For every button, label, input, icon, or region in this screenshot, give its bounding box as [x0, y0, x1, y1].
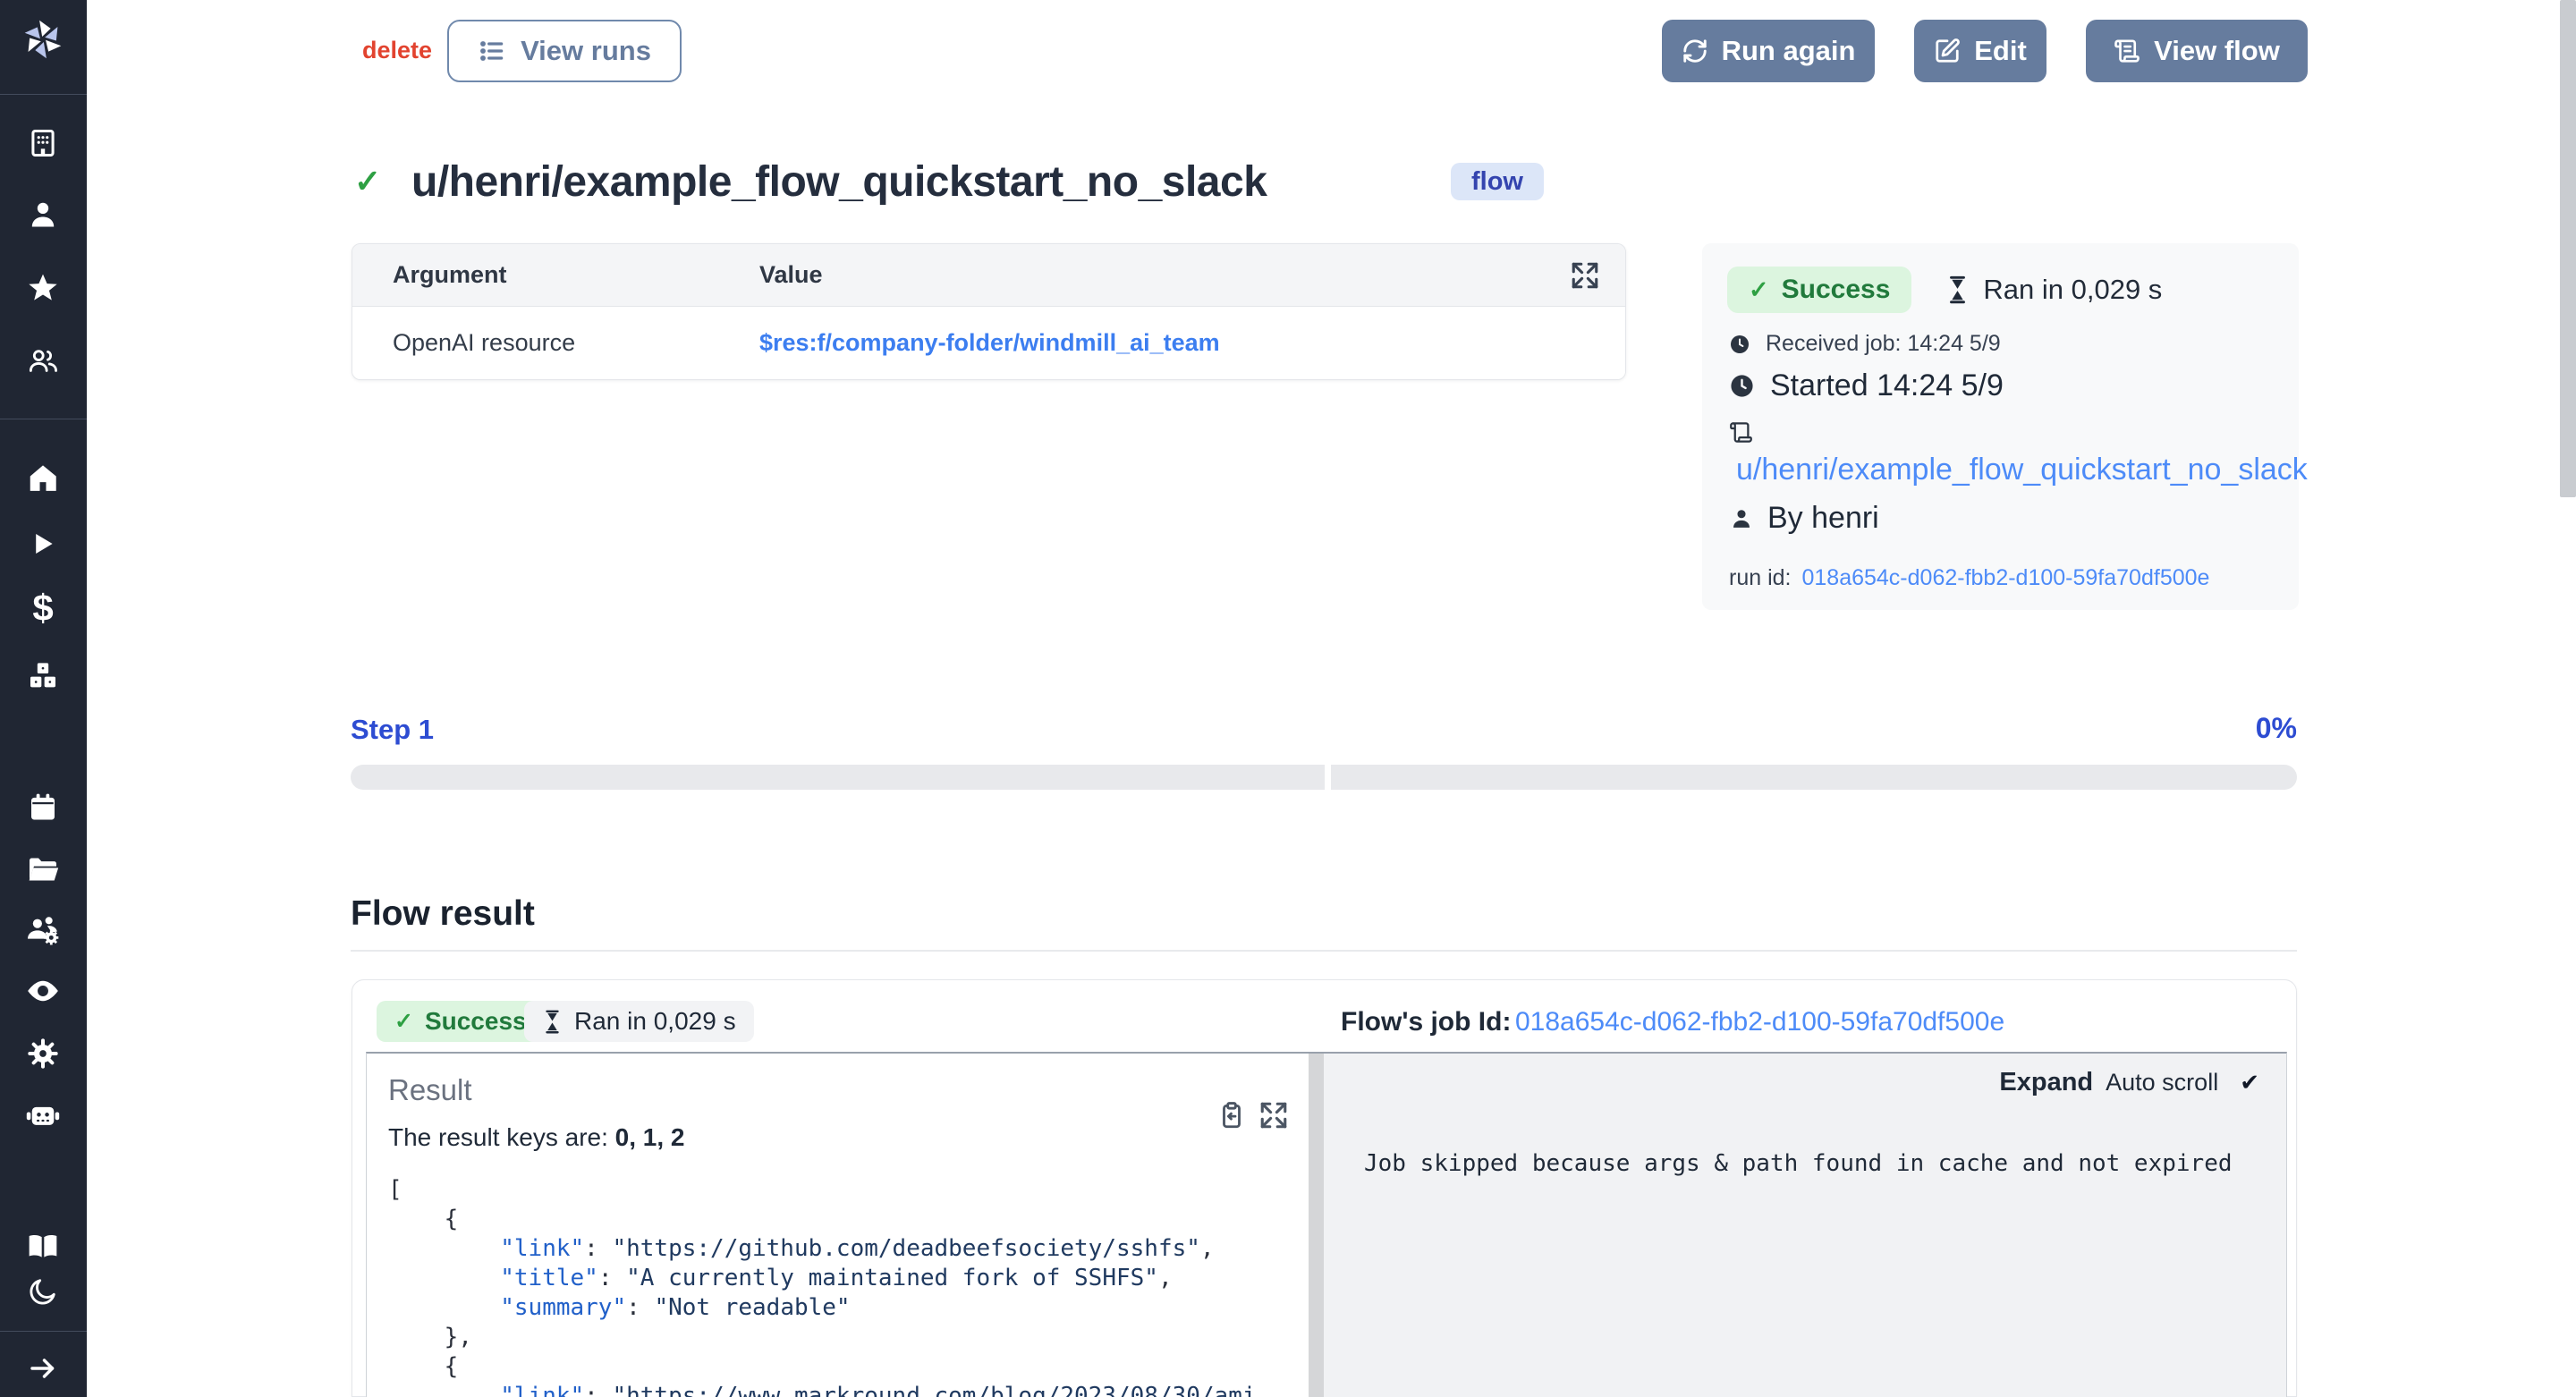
page-title: u/henri/example_flow_quickstart_no_slack: [411, 157, 1267, 207]
arguments-table: Argument Value OpenAI resource $res:f/co…: [352, 243, 1626, 380]
run-again-label: Run again: [1722, 35, 1856, 67]
step-1-label[interactable]: Step 1: [351, 714, 434, 746]
table-row: OpenAI resource $res:f/company-folder/wi…: [352, 307, 1625, 379]
flow-result-card: ✓ Success Ran in 0,029 s Flow's job Id: …: [352, 979, 2297, 1397]
progress-segment-2[interactable]: [1331, 765, 2297, 790]
folders-icon[interactable]: [25, 851, 61, 887]
status-badge: ✓ Success: [1727, 267, 1911, 313]
dark-mode-moon-icon[interactable]: [27, 1275, 59, 1308]
scrollbar-thumb[interactable]: [2560, 0, 2576, 497]
user-icon: [1729, 506, 1754, 531]
hourglass-icon: [1945, 275, 1970, 305]
favorites-star-icon[interactable]: [26, 271, 60, 305]
expand-sidebar-arrow-icon[interactable]: [27, 1352, 59, 1384]
received-job-label: Received job: 14:24 5/9: [1766, 331, 2001, 357]
result-ran-in-badge: Ran in 0,029 s: [524, 1001, 754, 1042]
argument-value-link[interactable]: $res:f/company-folder/windmill_ai_team: [759, 329, 1625, 357]
sidebar-divider: [0, 94, 87, 95]
result-log-split: Result The result keys are: 0, 1, 2: [366, 1052, 2287, 1397]
copy-to-clipboard-icon[interactable]: [1216, 1100, 1247, 1130]
run-again-button[interactable]: Run again: [1662, 20, 1875, 82]
flow-result-heading: Flow result: [351, 894, 535, 934]
expand-table-icon[interactable]: [1570, 260, 1600, 291]
flow-type-badge: flow: [1451, 163, 1544, 200]
flow-path-link[interactable]: u/henri/example_flow_quickstart_no_slack: [1736, 453, 2308, 487]
expand-result-icon[interactable]: [1258, 1100, 1289, 1130]
docs-book-icon[interactable]: [25, 1228, 61, 1264]
auto-scroll-check-icon[interactable]: ✔: [2240, 1069, 2259, 1096]
check-icon: ✓: [394, 1008, 413, 1035]
clock-icon: [1729, 334, 1750, 355]
audit-logs-eye-icon[interactable]: [24, 972, 62, 1010]
section-divider: [351, 950, 2297, 952]
ran-in-label: Ran in 0,029 s: [1983, 274, 2162, 306]
run-id-link[interactable]: 018a654c-d062-fbb2-d100-59fa70df500e: [1801, 565, 2209, 591]
result-status-badge: ✓ Success: [377, 1001, 545, 1042]
argument-name: OpenAI resource: [352, 329, 759, 357]
by-user-label: By henri: [1767, 501, 1879, 536]
result-keys-prefix: The result keys are:: [388, 1123, 615, 1151]
log-expand-button[interactable]: Expand: [1999, 1068, 2093, 1097]
auto-scroll-toggle[interactable]: Auto scroll: [2106, 1069, 2218, 1096]
started-label: Started 14:24 5/9: [1770, 368, 2004, 403]
log-output: Job skipped because args & path found in…: [1364, 1150, 2233, 1177]
clock-icon: [1729, 373, 1755, 399]
members-icon[interactable]: [26, 343, 60, 377]
view-flow-button[interactable]: View flow: [2086, 20, 2308, 82]
run-info-panel: ✓ Success Ran in 0,029 s Receiv: [1702, 243, 2299, 610]
workspace-icon[interactable]: [26, 126, 60, 160]
log-pane: Expand Auto scroll ✔ Job skipped because…: [1324, 1054, 2286, 1397]
sidebar-divider: [0, 1331, 87, 1332]
title-success-check-icon: ✓: [354, 163, 381, 200]
result-pane: Result The result keys are: 0, 1, 2: [367, 1054, 1309, 1397]
ai-robot-icon[interactable]: [24, 1096, 62, 1134]
workers-group-icon[interactable]: [24, 911, 62, 949]
pane-splitter[interactable]: [1309, 1054, 1324, 1397]
windmill-run-page: $: [0, 0, 2576, 1397]
edit-label: Edit: [1974, 35, 2027, 67]
column-argument: Argument: [352, 261, 759, 289]
result-keys-line: The result keys are: 0, 1, 2: [388, 1123, 1309, 1152]
arguments-table-header: Argument Value: [352, 244, 1625, 307]
flow-scroll-icon: [2114, 38, 2140, 64]
flow-job-id-label: Flow's job Id:: [1341, 1007, 1511, 1037]
progress-percent: 0%: [2057, 712, 2297, 745]
runs-play-icon[interactable]: [28, 529, 58, 559]
view-runs-label: View runs: [521, 35, 651, 67]
delete-button[interactable]: delete: [362, 37, 432, 64]
schedules-calendar-icon[interactable]: [26, 791, 60, 825]
progress-segment-1[interactable]: [351, 765, 1325, 790]
view-runs-button[interactable]: View runs: [447, 20, 682, 82]
result-title: Result: [388, 1073, 1309, 1107]
view-flow-label: View flow: [2154, 35, 2280, 67]
resources-boxes-icon[interactable]: [25, 657, 61, 693]
home-icon[interactable]: [26, 461, 60, 495]
windmill-logo-icon[interactable]: [20, 16, 66, 63]
run-id-label: run id:: [1729, 565, 1791, 591]
check-icon: ✓: [1749, 276, 1769, 304]
result-keys-values: 0, 1, 2: [615, 1123, 685, 1151]
hourglass-icon: [542, 1009, 563, 1035]
status-label: Success: [1782, 275, 1891, 305]
result-status-label: Success: [425, 1007, 527, 1036]
user-icon[interactable]: [26, 198, 60, 232]
list-icon: [478, 37, 506, 65]
flow-scroll-icon: [1729, 420, 1753, 444]
flow-job-id-link[interactable]: 018a654c-d062-fbb2-d100-59fa70df500e: [1515, 1007, 2004, 1037]
refresh-icon: [1682, 38, 1708, 64]
page-scrollbar: [2560, 0, 2576, 1397]
result-ran-in-label: Ran in 0,029 s: [574, 1007, 736, 1036]
result-json: [ { "link": "https://github.com/deadbeef…: [388, 1175, 1309, 1397]
settings-gear-icon[interactable]: [25, 1036, 61, 1071]
edit-button[interactable]: Edit: [1914, 20, 2046, 82]
sidebar: $: [0, 0, 87, 1397]
variables-dollar-icon[interactable]: $: [32, 587, 53, 630]
column-value: Value: [759, 261, 1625, 289]
edit-pencil-icon: [1934, 38, 1961, 64]
